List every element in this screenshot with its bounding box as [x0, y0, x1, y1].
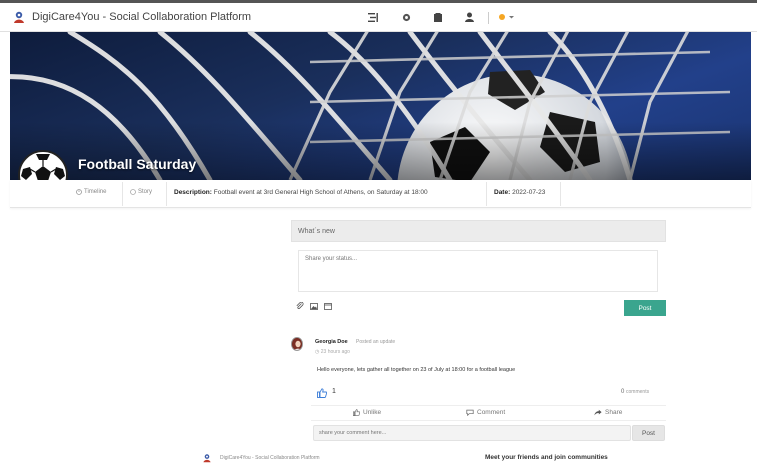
info-separator [166, 182, 167, 206]
tab-timeline[interactable]: Timeline [76, 189, 106, 195]
footer-tagline: Meet your friends and join communities [485, 454, 608, 461]
box-icon[interactable] [431, 10, 445, 24]
nav-divider [488, 12, 489, 24]
thumbs-up-icon[interactable] [317, 388, 327, 398]
timeline-icon [76, 189, 82, 195]
comment-count-word: comments [626, 389, 650, 395]
post-card: Georgia Doe Posted an update ◷ 23 hours … [291, 328, 666, 446]
post-body: Hello everyone, lets gather all together… [317, 367, 516, 373]
author-avatar[interactable] [291, 337, 303, 351]
image-icon[interactable] [310, 302, 318, 310]
share-button[interactable]: Share [594, 409, 622, 416]
unlike-icon [353, 409, 360, 416]
footer-text: DigiCare4You - Social Collaboration Plat… [220, 455, 320, 461]
description-label: Description: [174, 189, 212, 196]
notification-dot-icon[interactable] [497, 10, 517, 24]
settings-icon[interactable] [399, 10, 413, 24]
group-description: Description: Football event at 3rd Gener… [174, 189, 428, 196]
status-input[interactable] [298, 250, 658, 292]
post-time-label: 23 hours ago [320, 349, 350, 355]
story-icon [130, 189, 136, 195]
footer-logo-icon [203, 454, 211, 463]
author-name[interactable]: Georgia Doe [315, 339, 348, 345]
menu-lines-icon[interactable] [366, 10, 380, 24]
unlike-label: Unlike [363, 409, 382, 416]
tab-timeline-label: Timeline [84, 189, 107, 195]
unlike-button[interactable]: Unlike [353, 409, 381, 416]
comment-button[interactable]: Comment [466, 409, 505, 416]
group-info-bar: Timeline Story Description: Football eve… [10, 180, 751, 208]
share-label: Share [605, 409, 623, 416]
clock-icon: ◷ [315, 349, 320, 355]
app-logo-icon[interactable] [12, 10, 26, 24]
date-label: Date: [494, 189, 511, 196]
info-separator [122, 182, 123, 206]
group-title: Football Saturday [78, 156, 197, 172]
tab-story-label: Story [138, 189, 153, 195]
post-comment-button[interactable]: Post [632, 425, 665, 441]
post-status-button[interactable]: Post [624, 300, 666, 316]
comment-count[interactable]: 0 comments [621, 389, 649, 395]
date-value: 2022-07-23 [512, 189, 546, 196]
description-value: Football event at 3rd General High Schoo… [213, 189, 428, 196]
top-bar: DigiCare4You - Social Collaboration Plat… [0, 0, 757, 32]
comment-count-value: 0 [621, 389, 625, 395]
app-title: DigiCare4You - Social Collaboration Plat… [32, 11, 252, 23]
post-actions: Unlike Comment Share [311, 405, 666, 421]
post-time: ◷ 23 hours ago [315, 349, 350, 355]
video-icon[interactable] [324, 302, 332, 310]
comment-label: Comment [477, 409, 506, 416]
status-header: What´s new [291, 220, 666, 242]
comment-icon [466, 409, 474, 416]
share-icon [594, 409, 602, 416]
info-separator [560, 182, 561, 206]
like-count: 1 [332, 388, 336, 395]
comment-input[interactable] [313, 425, 631, 441]
tab-story[interactable]: Story [130, 189, 152, 195]
attachment-icon[interactable] [296, 302, 304, 310]
group-date: Date: 2022-07-23 [494, 189, 545, 196]
author-action: Posted an update [356, 339, 396, 345]
info-separator [486, 182, 487, 206]
user-icon[interactable] [462, 10, 476, 24]
status-composer: What´s new Post [291, 220, 666, 316]
